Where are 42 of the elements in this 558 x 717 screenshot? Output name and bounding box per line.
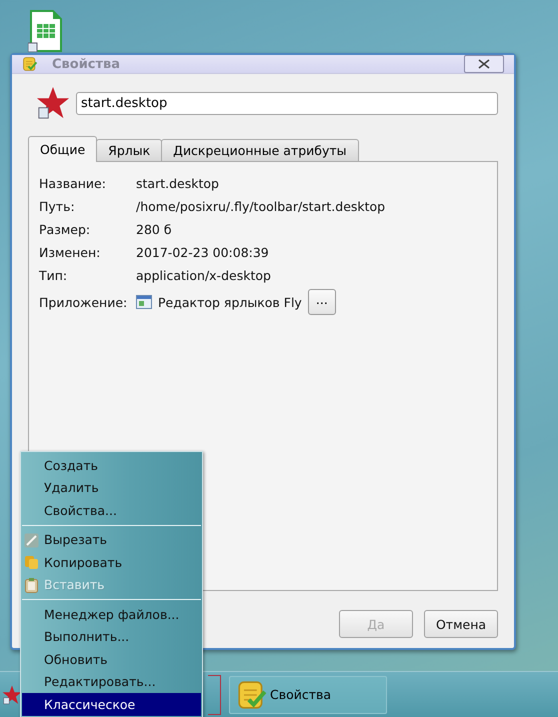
tab[interactable]: Дискреционные атрибуты bbox=[161, 139, 359, 162]
app-window-icon bbox=[136, 295, 152, 309]
property-label: Размер: bbox=[39, 222, 92, 237]
menu-item[interactable]: Вырезать bbox=[22, 528, 201, 551]
notepad-check-icon bbox=[236, 678, 268, 710]
property-label: Путь: bbox=[39, 199, 76, 214]
menu-item[interactable]: Создать bbox=[22, 454, 201, 476]
taskbar-slot bbox=[208, 674, 221, 714]
copy-icon bbox=[24, 555, 39, 570]
property-value: Редактор ярлыков Fly bbox=[158, 294, 302, 310]
star-icon bbox=[36, 86, 70, 120]
tab[interactable]: Общие bbox=[28, 136, 98, 162]
menu-item[interactable]: Свойства... bbox=[22, 499, 201, 522]
menu-item[interactable]: Редактировать... bbox=[22, 670, 201, 693]
tab[interactable]: Ярлык bbox=[96, 139, 162, 162]
menu-item[interactable]: Удалить bbox=[22, 476, 201, 499]
close-icon bbox=[477, 59, 491, 69]
menu-item[interactable]: Копировать bbox=[22, 551, 201, 574]
property-label: Изменен: bbox=[39, 245, 102, 260]
property-label: Название: bbox=[39, 176, 107, 191]
property-label: Приложение: bbox=[39, 294, 128, 310]
name-field[interactable]: start.desktop bbox=[76, 92, 498, 114]
knife-icon bbox=[24, 532, 39, 548]
menu-item[interactable]: Менеджер файлов... bbox=[22, 603, 201, 626]
property-value: start.desktop bbox=[136, 176, 220, 191]
close-button[interactable] bbox=[464, 55, 504, 73]
menu-item[interactable]: Выполнить... bbox=[22, 626, 201, 648]
star-icon bbox=[2, 684, 22, 704]
dialog-button[interactable]: Отмена bbox=[424, 610, 498, 638]
spreadsheet-file-icon bbox=[28, 10, 62, 52]
menu-item[interactable]: Обновить bbox=[22, 648, 201, 670]
notepad-check-icon bbox=[22, 56, 38, 72]
window-title: Свойства bbox=[52, 56, 122, 72]
property-label: Тип: bbox=[39, 268, 68, 283]
clipboard-icon bbox=[24, 578, 39, 592]
property-value: 280 б bbox=[136, 222, 173, 237]
property-value: application/x-desktop bbox=[136, 268, 272, 283]
taskbar-button[interactable]: Свойства bbox=[229, 676, 387, 714]
menu-item[interactable]: Классическое bbox=[22, 693, 201, 716]
property-value: 2017-02-23 00:08:39 bbox=[136, 245, 270, 260]
property-value: /home/posixru/.fly/toolbar/start.desktop bbox=[136, 199, 386, 214]
browse-button[interactable]: ... bbox=[308, 289, 336, 315]
